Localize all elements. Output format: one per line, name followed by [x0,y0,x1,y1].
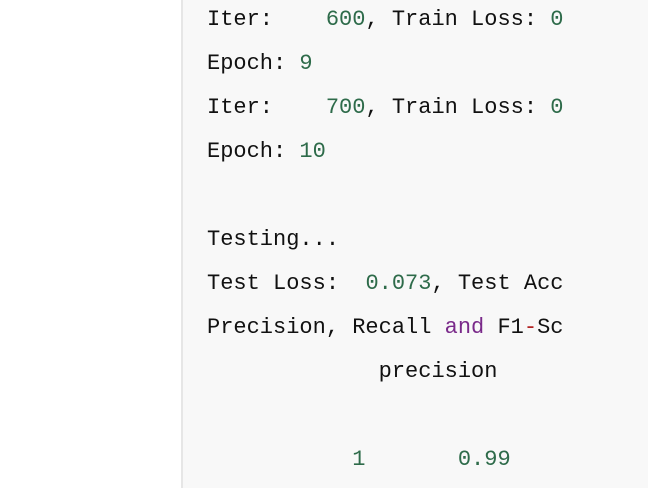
iter-value: 700 [325,95,366,120]
test-loss-value: 0.073 [365,271,432,296]
epoch-value: 10 [299,139,326,164]
line-precision-recall: Precision, Recall and F1-Sc [207,315,564,340]
precision-value: 0.99 [457,447,511,472]
notebook-page: Iter: 600, Train Loss: 0 Epoch: 9 Iter: … [0,0,648,488]
line-iter-600: Iter: 600, Train Loss: 0 [207,7,564,32]
line-testing: Testing... [207,227,340,252]
line-iter-700: Iter: 700, Train Loss: 0 [207,95,564,120]
line-epoch-9: Epoch: 9 [207,51,313,76]
cell-output-panel: Iter: 600, Train Loss: 0 Epoch: 9 Iter: … [181,0,648,488]
iter-value: 600 [325,7,366,32]
column-header-precision: precision [378,359,498,384]
operator-minus: - [523,315,538,340]
line-report-header: precision [207,359,498,384]
line-test-loss: Test Loss: 0.073, Test Acc [207,271,564,296]
cell-gutter [0,0,181,488]
line-epoch-10: Epoch: 10 [207,139,326,164]
line-report-row-1: 1 0.99 [207,447,511,472]
training-output-text: Iter: 600, Train Loss: 0 Epoch: 9 Iter: … [207,0,563,482]
class-label: 1 [352,447,366,472]
keyword-and: and [444,315,485,340]
epoch-value: 9 [299,51,313,76]
